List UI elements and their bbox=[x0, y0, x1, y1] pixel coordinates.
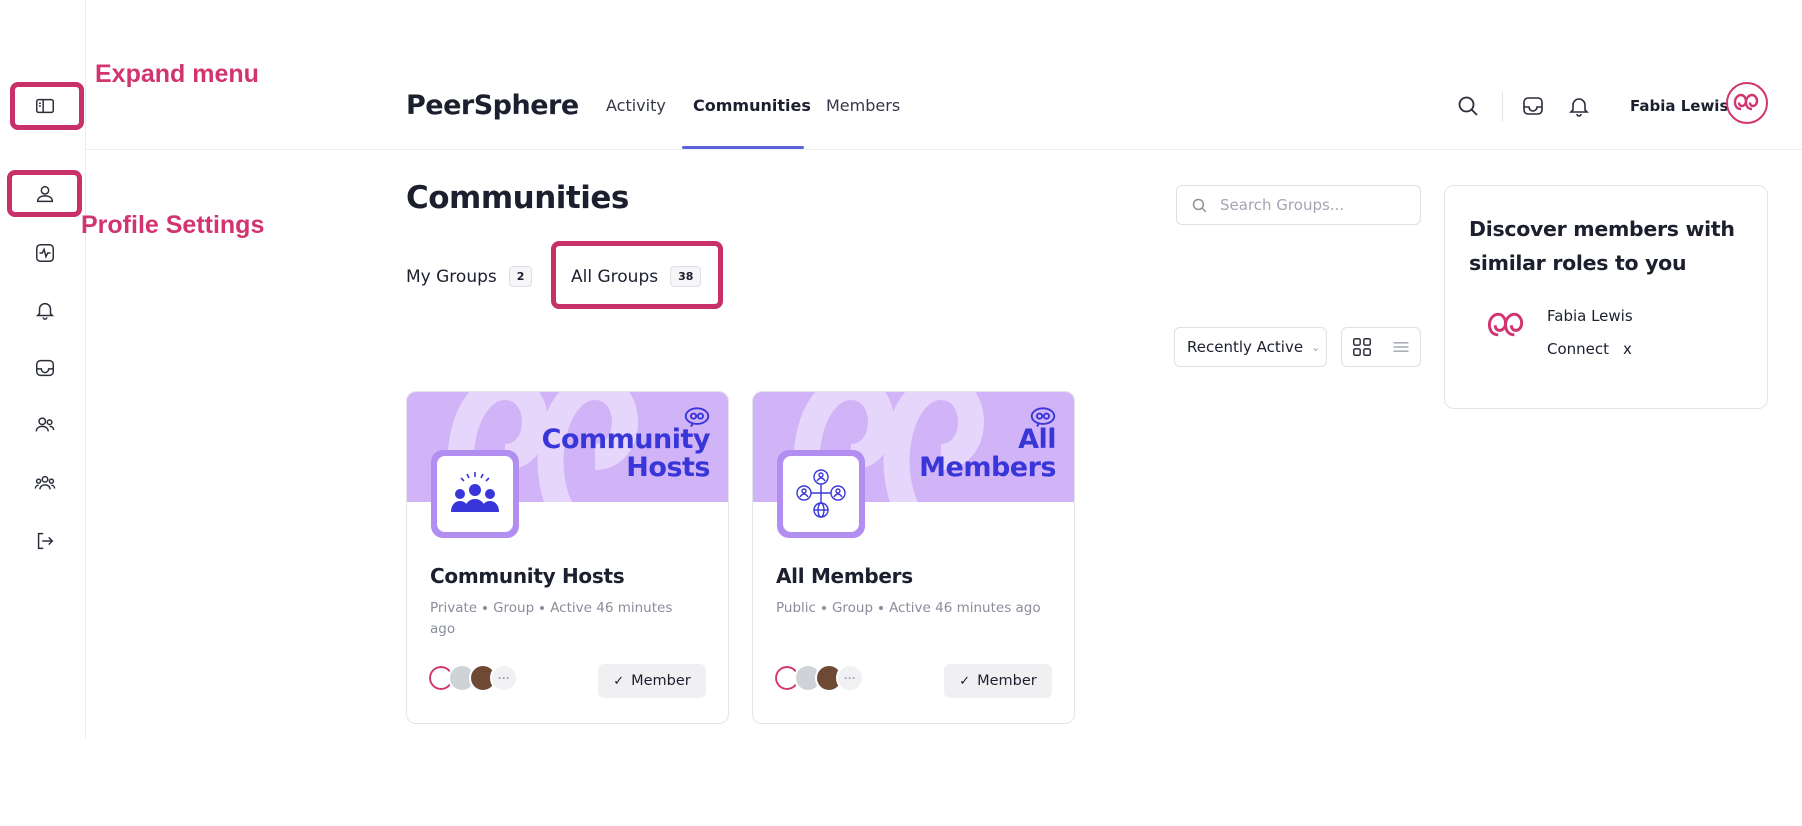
network-icon bbox=[796, 469, 846, 518]
bell-icon bbox=[1569, 98, 1589, 117]
separator-dot bbox=[483, 606, 488, 610]
users-icon bbox=[35, 417, 55, 432]
members-button[interactable] bbox=[26, 406, 64, 444]
check-icon: ✓ bbox=[613, 673, 625, 689]
nav-members[interactable]: Members bbox=[826, 96, 900, 115]
group-meta: Public Group Active 46 minutes ago bbox=[776, 598, 1046, 619]
tab-my-groups-label: My Groups bbox=[406, 266, 497, 287]
sort-dropdown-label: Recently Active bbox=[1187, 338, 1304, 356]
activity-icon bbox=[36, 244, 54, 262]
search-groups[interactable] bbox=[1176, 185, 1421, 225]
inbox-icon bbox=[36, 359, 54, 377]
banner-title-line-1: All bbox=[1018, 424, 1056, 455]
member-button-label: Member bbox=[631, 673, 691, 689]
user-name[interactable]: Fabia Lewis bbox=[1630, 97, 1728, 115]
nav-activity[interactable]: Activity bbox=[606, 96, 666, 115]
list-view-button[interactable] bbox=[1381, 328, 1420, 366]
more-members-icon: ··· bbox=[836, 664, 864, 692]
group-card[interactable]: Community Hosts Community Hosts Private G… bbox=[406, 391, 729, 724]
suggested-member-avatar[interactable] bbox=[1485, 304, 1529, 348]
group-card[interactable]: All Members All Members Public Group Activ… bbox=[752, 391, 1075, 724]
search-groups-input[interactable] bbox=[1220, 196, 1410, 214]
header-search-button[interactable] bbox=[1454, 92, 1482, 120]
connect-button[interactable]: Connect bbox=[1547, 340, 1609, 358]
tab-my-groups-count: 2 bbox=[508, 266, 533, 287]
separator-dot bbox=[540, 606, 545, 610]
brand-mark-icon bbox=[1733, 93, 1759, 111]
search-icon bbox=[1192, 198, 1207, 212]
check-icon: ✓ bbox=[959, 673, 971, 689]
header-notifications-button[interactable] bbox=[1565, 92, 1593, 120]
banner-title-line-1: Community bbox=[541, 424, 711, 455]
group-banner-title: All Members bbox=[919, 426, 1056, 482]
group-name[interactable]: Community Hosts bbox=[430, 564, 625, 588]
inbox-button[interactable] bbox=[26, 349, 64, 387]
tab-my-groups[interactable]: My Groups 2 bbox=[406, 266, 533, 287]
top-header: PeerSphere Activity Communities Members … bbox=[86, 62, 1802, 150]
logout-button[interactable] bbox=[26, 522, 64, 560]
brand-mark-icon bbox=[1487, 312, 1524, 337]
group-people-icon bbox=[451, 472, 499, 512]
bell-icon bbox=[35, 302, 55, 320]
header-separator bbox=[1502, 92, 1503, 122]
tab-all-groups-label: All Groups bbox=[571, 266, 659, 287]
group-type: Group bbox=[831, 600, 874, 616]
discover-title: Discover members with similar roles to y… bbox=[1469, 217, 1735, 275]
group-name[interactable]: All Members bbox=[776, 564, 913, 588]
suggested-member-name[interactable]: Fabia Lewis bbox=[1547, 307, 1633, 325]
inbox-icon bbox=[1523, 97, 1543, 115]
nav-active-indicator bbox=[682, 146, 804, 149]
group-activity: Active 46 minutes ago bbox=[889, 600, 1041, 616]
grid-icon bbox=[1352, 338, 1371, 356]
banner-title-line-2: Members bbox=[919, 452, 1056, 483]
member-avatars[interactable]: ··· bbox=[427, 664, 518, 692]
tab-all-groups-count: 38 bbox=[670, 266, 702, 287]
search-icon bbox=[1458, 96, 1478, 116]
separator-dot bbox=[821, 606, 826, 610]
member-avatars[interactable]: ··· bbox=[773, 664, 864, 692]
page-title: Communities bbox=[406, 180, 629, 216]
brand-logo[interactable]: PeerSphere bbox=[406, 90, 579, 121]
list-icon bbox=[1393, 342, 1408, 352]
groups-button[interactable] bbox=[26, 464, 64, 502]
logout-icon bbox=[37, 532, 54, 550]
view-toggle bbox=[1341, 327, 1421, 367]
group-banner-title: Community Hosts bbox=[541, 424, 711, 483]
more-members-icon: ··· bbox=[490, 664, 518, 692]
nav-communities[interactable]: Communities bbox=[693, 96, 811, 115]
member-button[interactable]: ✓ Member bbox=[944, 664, 1052, 698]
activity-button[interactable] bbox=[26, 234, 64, 272]
group-icon bbox=[34, 475, 56, 490]
user-avatar[interactable] bbox=[1726, 82, 1768, 124]
grid-view-button[interactable] bbox=[1342, 328, 1381, 366]
profile-highlight bbox=[7, 170, 82, 217]
expand-menu-highlight bbox=[10, 82, 84, 130]
dismiss-button[interactable]: x bbox=[1623, 340, 1632, 358]
group-type: Group bbox=[493, 600, 535, 616]
group-avatar bbox=[431, 450, 519, 538]
group-privacy: Private bbox=[430, 600, 478, 616]
sort-dropdown[interactable]: Recently Active ⌄ bbox=[1174, 327, 1327, 367]
chevron-down-icon: ⌄ bbox=[1311, 340, 1321, 354]
banner-title-line-2: Hosts bbox=[626, 452, 710, 483]
group-meta: Private Group Active 46 minutes ago bbox=[430, 598, 700, 640]
member-button[interactable]: ✓ Member bbox=[598, 664, 706, 698]
profile-settings-annotation: Profile Settings bbox=[81, 211, 265, 239]
notifications-button[interactable] bbox=[26, 291, 64, 329]
tab-all-groups[interactable]: All Groups 38 bbox=[571, 266, 702, 287]
discover-members-panel: Discover members with similar roles to y… bbox=[1444, 185, 1768, 409]
group-privacy: Public bbox=[776, 600, 816, 616]
separator-dot bbox=[879, 606, 884, 610]
member-button-label: Member bbox=[977, 673, 1037, 689]
group-avatar bbox=[777, 450, 865, 538]
header-inbox-button[interactable] bbox=[1519, 92, 1547, 120]
